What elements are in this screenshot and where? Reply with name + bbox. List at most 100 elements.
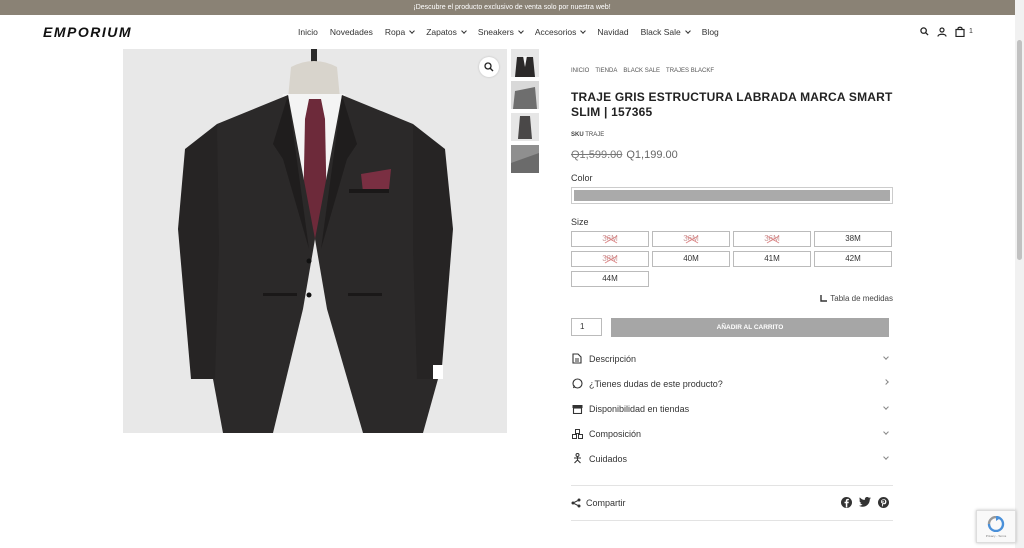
thumbnail-3[interactable]: [511, 113, 539, 141]
whatsapp-icon: [571, 378, 583, 390]
ruler-icon: [820, 295, 828, 302]
share-label[interactable]: Compartir: [586, 498, 626, 508]
nav-label: Ropa: [384, 27, 406, 37]
product-info: INICIO TIENDA BLACK SALE TRAJES BLACKF T…: [571, 68, 893, 521]
nav-item-ropa[interactable]: Ropa: [384, 27, 416, 37]
thumbnail-4[interactable]: [511, 145, 539, 173]
chevron-down-icon: [580, 27, 587, 34]
announcement-bar: ¡Descubre el producto exclusivo de venta…: [0, 0, 1024, 15]
nav-label: Sneakers: [477, 27, 514, 37]
breadcrumb: INICIO TIENDA BLACK SALE TRAJES BLACKF: [571, 68, 893, 74]
zoom-button[interactable]: [479, 57, 499, 77]
price-new: Q1,199.00: [626, 149, 678, 161]
site-header: EMPORIUM Inicio Novedades Ropa Zapatos S…: [0, 15, 1024, 49]
accordion-composicion[interactable]: Composición: [571, 421, 893, 446]
scrollbar-thumb[interactable]: [1017, 40, 1022, 260]
nav-label: Navidad: [597, 27, 629, 37]
accordion-label: Composición: [589, 428, 642, 439]
chevron-down-icon: [409, 27, 416, 34]
sku-value: TRAJE: [585, 132, 605, 138]
accordion-label: Disponibilidad en tiendas: [589, 403, 690, 414]
announcement-text: ¡Descubre el producto exclusivo de venta…: [413, 4, 611, 11]
price-old: Q1,599.00: [571, 149, 623, 161]
share-icon: [571, 498, 581, 508]
size-option[interactable]: 38M: [814, 231, 892, 247]
accordion-label: ¿Tienes dudas de este producto?: [589, 378, 723, 389]
thumbnail-1[interactable]: [511, 49, 539, 77]
breadcrumb-item[interactable]: INICIO: [571, 68, 589, 74]
nav-label: Novedades: [329, 27, 373, 37]
washing-icon: [571, 453, 583, 465]
product-title: TRAJE GRIS ESTRUCTURA LABRADA MARCA SMAR…: [571, 90, 893, 119]
site-logo[interactable]: EMPORIUM: [43, 24, 132, 40]
recaptcha-icon: [987, 515, 1005, 532]
pinterest-icon[interactable]: [878, 497, 889, 508]
breadcrumb-item[interactable]: BLACK SALE: [623, 68, 660, 74]
chevron-down-icon: [883, 404, 889, 410]
size-option[interactable]: 36M: [652, 231, 730, 247]
size-chart-link[interactable]: Tabla de medidas: [571, 294, 893, 303]
page-scrollbar[interactable]: [1015, 0, 1024, 548]
nav-item-black-sale[interactable]: Black Sale: [640, 27, 691, 37]
accordion-descripcion[interactable]: Descripción: [571, 346, 893, 371]
nav-item-inicio[interactable]: Inicio: [298, 27, 318, 37]
nav-item-blog[interactable]: Blog: [702, 27, 719, 37]
size-option[interactable]: 42M: [814, 251, 892, 267]
size-label: Size: [571, 217, 589, 227]
product-price: Q1,599.00 Q1,199.00: [571, 149, 893, 161]
size-option[interactable]: 40M: [652, 251, 730, 267]
size-chart-label: Tabla de medidas: [830, 294, 893, 303]
accordion-dudas[interactable]: ¿Tienes dudas de este producto?: [571, 371, 893, 396]
nav-label: Blog: [701, 27, 719, 37]
recaptcha-badge[interactable]: Privacy - Terms: [976, 510, 1016, 543]
chevron-down-icon: [883, 454, 889, 460]
nav-item-sneakers[interactable]: Sneakers: [477, 27, 524, 37]
user-icon[interactable]: [937, 26, 947, 37]
chevron-down-icon: [684, 27, 691, 34]
accordion-disponibilidad[interactable]: Disponibilidad en tiendas: [571, 396, 893, 421]
size-option[interactable]: 36M: [733, 231, 811, 247]
product-accordion: Descripción ¿Tienes dudas de este produc…: [571, 346, 893, 471]
share-row: Compartir: [571, 486, 893, 520]
social-links: [841, 497, 889, 508]
nav-item-novedades[interactable]: Novedades: [330, 27, 373, 37]
thumbnail-2[interactable]: [511, 81, 539, 109]
cart-icon[interactable]: [955, 26, 965, 37]
quantity-input[interactable]: 1: [571, 318, 602, 336]
nav-item-zapatos[interactable]: Zapatos: [426, 27, 467, 37]
divider: [571, 520, 893, 521]
nav-label: Inicio: [298, 27, 318, 37]
product-thumbnails: [511, 49, 540, 177]
nav-item-navidad[interactable]: Navidad: [597, 27, 628, 37]
facebook-icon[interactable]: [841, 497, 852, 508]
nav-label: Black Sale: [640, 27, 681, 37]
size-option[interactable]: 41M: [733, 251, 811, 267]
chevron-down-icon: [883, 354, 889, 360]
chevron-down-icon: [517, 27, 524, 34]
nav-label: Accesorios: [534, 27, 577, 37]
chevron-down-icon: [461, 27, 467, 34]
document-icon: [571, 353, 583, 365]
nav-item-accesorios[interactable]: Accesorios: [534, 27, 587, 37]
color-swatch[interactable]: [571, 187, 893, 204]
main-nav: Inicio Novedades Ropa Zapatos Sneakers A…: [298, 27, 731, 37]
color-swatch-fill: [574, 190, 890, 201]
header-icons: 1: [920, 26, 973, 37]
product-main-image[interactable]: [123, 49, 507, 433]
cart-count: 1: [969, 28, 973, 35]
size-options: 36M 36M 36M 38M 38M 40M 41M 42M 44M: [571, 231, 893, 287]
size-option[interactable]: 36M: [571, 231, 649, 247]
breadcrumb-item[interactable]: TRAJES BLACKF: [666, 68, 714, 74]
accordion-label: Descripción: [589, 353, 637, 364]
buy-row: 1 AÑADIR AL CARRITO: [571, 318, 893, 337]
accordion-label: Cuidados: [589, 453, 628, 464]
size-option[interactable]: 44M: [571, 271, 649, 287]
twitter-icon[interactable]: [859, 497, 871, 507]
breadcrumb-item[interactable]: TIENDA: [595, 68, 617, 74]
search-icon[interactable]: [920, 27, 929, 36]
nav-label: Zapatos: [426, 27, 457, 37]
sku-label: SKU: [571, 132, 584, 138]
add-to-cart-button[interactable]: AÑADIR AL CARRITO: [611, 318, 889, 337]
size-option[interactable]: 38M: [571, 251, 649, 267]
accordion-cuidados[interactable]: Cuidados: [571, 446, 893, 471]
